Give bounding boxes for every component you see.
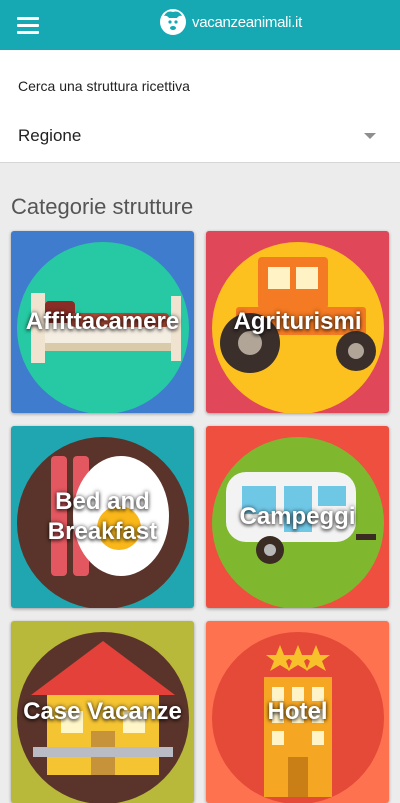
category-label: Agriturismi bbox=[233, 308, 362, 335]
region-select-value: Regione bbox=[18, 126, 82, 145]
category-tile-affittacamere[interactable]: Affittacamere bbox=[11, 231, 194, 413]
categories-title: Categorie strutture bbox=[11, 194, 194, 219]
category-tile-case-vacanze[interactable]: Case Vacanze bbox=[11, 621, 194, 803]
search-panel: Cerca una struttura ricettiva Regione bbox=[0, 50, 400, 163]
app-header: vacanzeanimali.it bbox=[0, 0, 400, 50]
category-label: Hotel bbox=[267, 698, 328, 725]
category-label: Bed and Breakfast bbox=[47, 488, 158, 545]
region-select[interactable]: Regione bbox=[18, 126, 382, 152]
dog-head-icon bbox=[160, 9, 186, 35]
logo-text: vacanzeanimali.it bbox=[192, 13, 302, 31]
category-label: Affittacamere bbox=[25, 308, 180, 335]
category-tile-campeggi[interactable]: Campeggi bbox=[206, 426, 389, 608]
category-tile-bed-and-breakfast[interactable]: Bed and Breakfast bbox=[11, 426, 194, 608]
caret-down-icon bbox=[364, 133, 376, 139]
hamburger-menu-icon[interactable] bbox=[14, 11, 42, 39]
category-label: Case Vacanze bbox=[23, 698, 182, 725]
search-label: Cerca una struttura ricettiva bbox=[18, 78, 190, 94]
category-label: Campeggi bbox=[239, 503, 356, 530]
category-tile-agriturismi[interactable]: Agriturismi bbox=[206, 231, 389, 413]
category-tile-hotel[interactable]: Hotel bbox=[206, 621, 389, 803]
site-logo[interactable]: vacanzeanimali.it bbox=[158, 5, 302, 39]
